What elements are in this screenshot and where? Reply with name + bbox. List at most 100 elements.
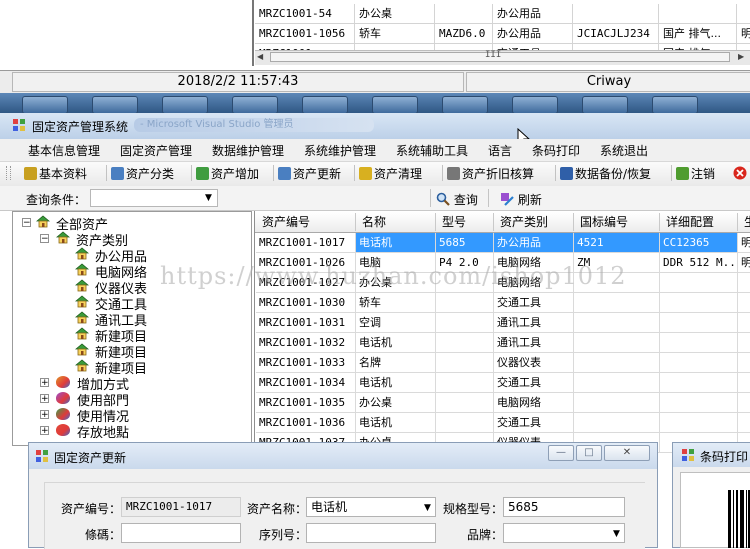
- column-header[interactable]: 国标编号: [574, 213, 660, 231]
- group-icon: [56, 376, 70, 388]
- table-cell: 5685: [436, 233, 494, 253]
- toolbar-button-asset-category[interactable]: 资产分类: [111, 165, 174, 182]
- search-icon: [436, 192, 450, 206]
- query-condition-select[interactable]: [90, 189, 218, 207]
- toolbar-button-logout[interactable]: 注销: [676, 165, 715, 182]
- scrollbar-thumb[interactable]: III: [270, 50, 730, 62]
- column-header[interactable]: 资产编号: [256, 213, 356, 231]
- toolbar-button-asset-update[interactable]: 资产更新: [278, 165, 341, 182]
- minimize-button[interactable]: —: [548, 445, 574, 461]
- maximize-button[interactable]: □: [576, 445, 602, 461]
- table-cell: [436, 393, 494, 413]
- table-cell: [574, 413, 660, 433]
- refresh-button[interactable]: 刷新: [500, 191, 542, 208]
- toolbar-button-asset-clean[interactable]: 资产清理: [359, 165, 422, 182]
- asset-no-field[interactable]: MRZC1001-1017: [121, 497, 241, 517]
- taskbar-button[interactable]: [372, 96, 418, 114]
- expand-toggle-icon[interactable]: +: [40, 394, 49, 404]
- window-title: 固定资产管理系统: [32, 120, 129, 134]
- table-cell: 明: [737, 24, 750, 44]
- taskbar-button[interactable]: [232, 96, 278, 114]
- table-cell: [660, 273, 738, 293]
- blurred-window-title: - Microsoft Visual Studio 管理员: [134, 118, 374, 132]
- scroll-left-arrow-icon[interactable]: ◀: [257, 52, 263, 61]
- group-icon: [56, 392, 70, 404]
- close-button[interactable]: ✕: [604, 445, 650, 461]
- menu-system-tools[interactable]: 系统辅助工具: [396, 142, 468, 159]
- toolbar-button-label: 资产增加: [211, 167, 260, 181]
- chevron-down-icon[interactable]: ▼: [613, 529, 620, 539]
- toolbar-button-depreciation[interactable]: 资产折旧核算: [447, 165, 534, 182]
- table-cell: MRZC1001-1056: [255, 24, 355, 44]
- tree-node-group[interactable]: 存放地點: [77, 422, 129, 441]
- toolbar-button-backup[interactable]: 数据备份/恢复: [560, 165, 651, 182]
- serial-field[interactable]: [306, 523, 436, 543]
- table-cell: [436, 313, 494, 333]
- menu-system-exit[interactable]: 系统退出: [600, 142, 648, 159]
- table-cell: MRZC1001-1017: [256, 233, 356, 253]
- house-icon: [75, 295, 89, 308]
- toolbar-separator: [442, 165, 443, 181]
- table-cell: 办公用品: [493, 4, 573, 24]
- taskbar-button[interactable]: [162, 96, 208, 114]
- menu-system-maintenance[interactable]: 系统维护管理: [304, 142, 376, 159]
- column-header[interactable]: 生: [738, 213, 750, 231]
- close-app-icon[interactable]: [733, 166, 747, 180]
- collapse-toggle-icon[interactable]: −: [22, 218, 31, 228]
- barcode-field[interactable]: [121, 523, 241, 543]
- chevron-down-icon[interactable]: ▼: [205, 193, 212, 203]
- column-header[interactable]: 资产类别: [494, 213, 574, 231]
- menu-language[interactable]: 语言: [488, 142, 512, 159]
- table-cell: 办公桌: [355, 4, 435, 24]
- menu-data-maintenance[interactable]: 数据维护管理: [212, 142, 284, 159]
- taskbar-button[interactable]: [652, 96, 698, 114]
- basic-data-icon: [24, 167, 37, 180]
- search-button[interactable]: 查询: [436, 191, 478, 208]
- taskbar-button[interactable]: [22, 96, 68, 114]
- toolbar-separator: [354, 165, 355, 181]
- table-row[interactable]: MRZC1001-1056 轿车 MAZD6.0 办公用品 JCIACJLJ234 国产 …: [0, 24, 750, 44]
- taskbar-button[interactable]: [302, 96, 348, 114]
- table-cell: [660, 393, 738, 413]
- toolbar-button-label: 注销: [691, 167, 716, 181]
- table-cell: 明: [738, 233, 750, 253]
- chevron-down-icon[interactable]: ▼: [424, 503, 431, 513]
- table-row[interactable]: MRZC1001-54 办公桌 办公用品: [0, 4, 750, 24]
- asset-name-select[interactable]: 电话机: [306, 497, 436, 517]
- expand-toggle-icon[interactable]: +: [40, 426, 49, 436]
- column-header[interactable]: 详细配置: [660, 213, 738, 231]
- menu-basic-info[interactable]: 基本信息管理: [28, 142, 100, 159]
- menu-fixed-asset[interactable]: 固定资产管理: [120, 142, 192, 159]
- table-cell: MRZC1001-1032: [256, 333, 356, 353]
- refresh-icon: [501, 193, 514, 206]
- toolbar-separator: [106, 165, 107, 181]
- taskbar-button[interactable]: [512, 96, 558, 114]
- table-cell: 交通工具: [494, 373, 574, 393]
- table-cell: [738, 273, 750, 293]
- table-cell: [660, 353, 738, 373]
- table-cell: DDR 512 M...: [660, 253, 738, 273]
- house-icon: [75, 327, 89, 340]
- taskbar-button[interactable]: [92, 96, 138, 114]
- taskbar-button[interactable]: [582, 96, 628, 114]
- toolbar-separator: [273, 165, 274, 181]
- brand-select[interactable]: [503, 523, 625, 543]
- scroll-grip: III: [485, 50, 502, 60]
- scroll-right-arrow-icon[interactable]: ▶: [738, 52, 744, 61]
- expand-toggle-icon[interactable]: +: [40, 378, 49, 388]
- toolbar-button-label: 资产清理: [374, 167, 423, 181]
- toolbar-button-basic-data[interactable]: 基本资料: [24, 165, 87, 182]
- taskbar-button[interactable]: [442, 96, 488, 114]
- table-cell: [436, 293, 494, 313]
- toolbar-button-asset-add[interactable]: 资产增加: [196, 165, 259, 182]
- spec-field[interactable]: 5685: [503, 497, 625, 517]
- column-header[interactable]: 名称: [356, 213, 436, 231]
- expand-toggle-icon[interactable]: +: [40, 410, 49, 420]
- table-cell: 电话机: [356, 333, 436, 353]
- collapse-toggle-icon[interactable]: −: [40, 234, 49, 244]
- menu-barcode-print[interactable]: 条码打印: [532, 142, 580, 159]
- column-header[interactable]: 型号: [436, 213, 494, 231]
- table-cell: JCIACJLJ234: [573, 24, 659, 44]
- toolbar-button-label: 资产分类: [126, 167, 175, 181]
- table-cell: [574, 293, 660, 313]
